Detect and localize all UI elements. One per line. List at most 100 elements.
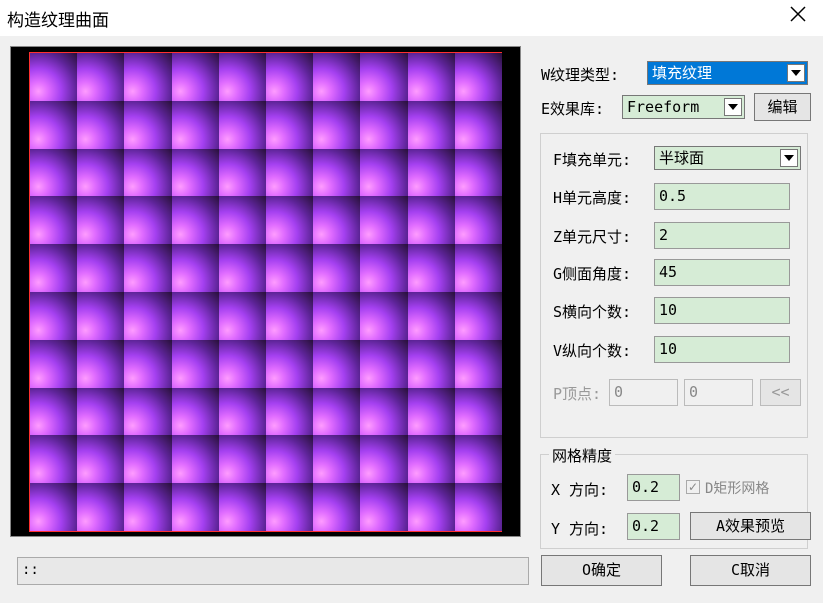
effect-library-label: E效果库: <box>541 100 605 118</box>
texture-tile <box>360 339 408 388</box>
texture-tile <box>266 291 314 340</box>
texture-tile <box>266 483 314 531</box>
texture-tile <box>171 387 219 436</box>
horizontal-count-input[interactable]: 10 <box>654 297 790 324</box>
unit-height-input[interactable]: 0.5 <box>654 183 790 210</box>
texture-tile <box>218 435 266 484</box>
texture-tile <box>30 435 78 484</box>
texture-tile <box>124 100 172 149</box>
chevron-down-icon[interactable] <box>780 149 798 167</box>
close-icon[interactable] <box>787 5 809 27</box>
texture-tile <box>124 53 172 101</box>
texture-tile <box>77 244 125 292</box>
chevron-down-icon[interactable] <box>787 64 805 82</box>
texture-tile <box>266 53 314 101</box>
texture-tile <box>360 291 408 340</box>
texture-tile <box>454 148 502 197</box>
texture-tile <box>30 291 78 340</box>
horizontal-count-label: S横向个数: <box>553 303 632 321</box>
texture-tile <box>124 387 172 436</box>
fill-unit-select[interactable]: 半球面 <box>654 146 801 170</box>
chevron-down-icon[interactable] <box>724 98 742 116</box>
texture-tile <box>266 435 314 484</box>
mesh-y-input[interactable]: 0.2 <box>627 513 680 540</box>
unit-size-input[interactable]: 2 <box>654 222 790 249</box>
texture-tile <box>407 339 455 388</box>
texture-tile <box>171 483 219 531</box>
texture-tile <box>171 244 219 292</box>
side-angle-input[interactable]: 45 <box>654 259 790 286</box>
texture-tile <box>124 244 172 292</box>
texture-tile <box>454 291 502 340</box>
texture-tile <box>30 244 78 292</box>
texture-tile <box>454 339 502 388</box>
texture-tile <box>77 483 125 531</box>
texture-preview <box>10 46 521 537</box>
texture-tile <box>360 196 408 245</box>
texture-tile <box>360 435 408 484</box>
texture-tile <box>266 387 314 436</box>
vertex-y-input[interactable]: 0 <box>684 379 753 406</box>
texture-tile <box>77 148 125 197</box>
vertical-count-input[interactable]: 10 <box>654 336 790 363</box>
texture-tile <box>313 244 361 292</box>
vertex-x-input[interactable]: 0 <box>609 379 678 406</box>
texture-tile <box>218 196 266 245</box>
preview-effect-button[interactable]: A效果预览 <box>690 512 811 540</box>
texture-tile <box>407 148 455 197</box>
texture-tile <box>171 196 219 245</box>
texture-tile <box>407 100 455 149</box>
vertex-pick-button[interactable]: << <box>760 379 801 406</box>
texture-tile <box>77 339 125 388</box>
texture-tile <box>77 291 125 340</box>
texture-tile <box>77 196 125 245</box>
fill-unit-value: 半球面 <box>659 149 705 167</box>
texture-tile <box>124 196 172 245</box>
texture-tile <box>77 53 125 101</box>
texture-tile <box>30 100 78 149</box>
mesh-x-input[interactable]: 0.2 <box>627 474 680 501</box>
texture-type-value: 填充纹理 <box>652 64 713 82</box>
side-angle-label: G侧面角度: <box>553 265 632 283</box>
texture-tile <box>266 196 314 245</box>
texture-tile <box>171 291 219 340</box>
texture-tile <box>360 483 408 531</box>
texture-tile <box>266 100 314 149</box>
texture-tile <box>218 387 266 436</box>
boundary-line-left <box>29 52 30 532</box>
status-bar: :: <box>17 557 529 585</box>
texture-tile <box>171 100 219 149</box>
mesh-y-label: Y 方向: <box>551 520 609 538</box>
texture-tile <box>124 483 172 531</box>
texture-tile <box>124 291 172 340</box>
ok-button[interactable]: O确定 <box>541 555 662 586</box>
texture-tile <box>171 435 219 484</box>
texture-tile <box>454 244 502 292</box>
texture-tile <box>313 148 361 197</box>
cancel-button[interactable]: C取消 <box>690 555 811 586</box>
texture-tile <box>407 196 455 245</box>
texture-tile <box>454 196 502 245</box>
texture-tile <box>30 196 78 245</box>
texture-tile <box>124 339 172 388</box>
texture-grid <box>30 53 502 531</box>
texture-type-label: W纹理类型: <box>541 66 620 84</box>
effect-library-value: Freeform <box>627 98 700 116</box>
rect-mesh-checkbox[interactable]: ✓ <box>686 480 700 494</box>
texture-tile <box>171 148 219 197</box>
texture-tile <box>407 244 455 292</box>
texture-type-select[interactable]: 填充纹理 <box>647 61 808 85</box>
texture-tile <box>218 291 266 340</box>
texture-tile <box>360 244 408 292</box>
texture-tile <box>313 339 361 388</box>
edit-button[interactable]: 编辑 <box>754 93 811 121</box>
texture-tile <box>454 100 502 149</box>
effect-library-select[interactable]: Freeform <box>622 95 745 119</box>
texture-tile <box>360 100 408 149</box>
texture-tile <box>77 435 125 484</box>
texture-tile <box>407 53 455 101</box>
vertical-count-label: V纵向个数: <box>553 342 632 360</box>
texture-tile <box>313 435 361 484</box>
boundary-line-bottom <box>29 531 502 532</box>
boundary-line-top <box>30 52 502 53</box>
